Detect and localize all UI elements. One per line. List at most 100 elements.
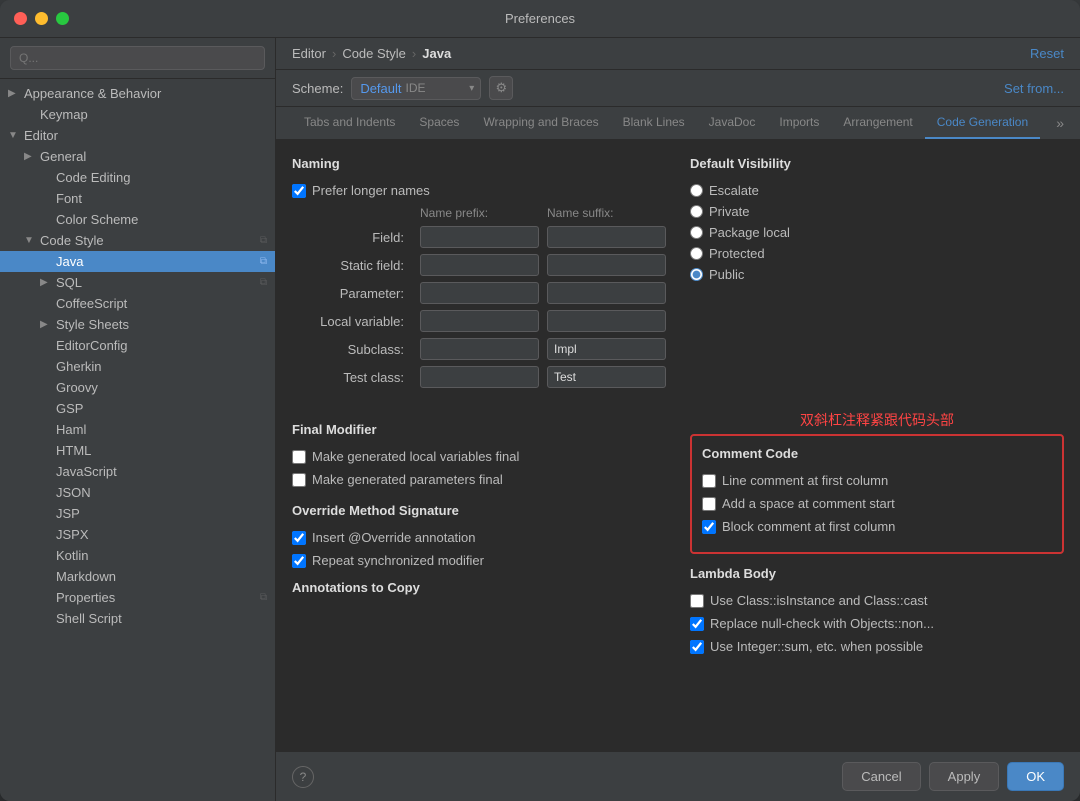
final-param-label[interactable]: Make generated parameters final <box>312 472 503 487</box>
space-comment-label[interactable]: Add a space at comment start <box>722 496 895 511</box>
final-param-checkbox[interactable] <box>292 473 306 487</box>
sidebar-item-keymap[interactable]: Keymap <box>0 104 275 125</box>
sidebar-item-label: Font <box>56 191 82 206</box>
sidebar-item-groovy[interactable]: Groovy <box>0 377 275 398</box>
space-comment-checkbox[interactable] <box>702 497 716 511</box>
override-annotation-checkbox[interactable] <box>292 531 306 545</box>
sidebar-item-shell-script[interactable]: Shell Script <box>0 608 275 629</box>
tab-imports[interactable]: Imports <box>767 107 831 139</box>
sidebar-item-javascript[interactable]: JavaScript <box>0 461 275 482</box>
subclass-prefix-input[interactable] <box>420 338 539 360</box>
lambda-nullcheck-label[interactable]: Replace null-check with Objects::non... <box>710 616 934 631</box>
sidebar-item-label: CoffeeScript <box>56 296 127 311</box>
parameter-suffix-input[interactable] <box>547 282 666 304</box>
tab-code-generation[interactable]: Code Generation <box>925 107 1040 139</box>
lambda-integersum-checkbox[interactable] <box>690 640 704 654</box>
static-field-suffix-input[interactable] <box>547 254 666 276</box>
visibility-package-label[interactable]: Package local <box>709 225 790 240</box>
visibility-protected-radio[interactable] <box>690 247 703 260</box>
visibility-public-label[interactable]: Public <box>709 267 744 282</box>
visibility-escalate-label[interactable]: Escalate <box>709 183 759 198</box>
local-variable-prefix-input[interactable] <box>420 310 539 332</box>
ok-button[interactable]: OK <box>1007 762 1064 791</box>
sidebar-item-java[interactable]: Java ⧉ <box>0 251 275 272</box>
sidebar-item-markdown[interactable]: Markdown <box>0 566 275 587</box>
field-prefix-input[interactable] <box>420 226 539 248</box>
sidebar-item-properties[interactable]: Properties ⧉ <box>0 587 275 608</box>
sidebar-item-gherkin[interactable]: Gherkin <box>0 356 275 377</box>
sidebar-item-style-sheets[interactable]: ▶ Style Sheets <box>0 314 275 335</box>
sidebar-item-gsp[interactable]: GSP <box>0 398 275 419</box>
sidebar-item-sql[interactable]: ▶ SQL ⧉ <box>0 272 275 293</box>
lambda-nullcheck-checkbox[interactable] <box>690 617 704 631</box>
tabs-more-icon[interactable]: » <box>1056 115 1064 131</box>
search-input[interactable] <box>10 46 265 70</box>
final-local-label[interactable]: Make generated local variables final <box>312 449 519 464</box>
reset-button[interactable]: Reset <box>1030 46 1064 61</box>
final-local-checkbox[interactable] <box>292 450 306 464</box>
sidebar-item-code-editing[interactable]: Code Editing <box>0 167 275 188</box>
tab-javadoc[interactable]: JavaDoc <box>697 107 768 139</box>
line-comment-checkbox[interactable] <box>702 474 716 488</box>
sidebar-item-coffeescript[interactable]: CoffeeScript <box>0 293 275 314</box>
local-variable-suffix-input[interactable] <box>547 310 666 332</box>
tab-wrapping-braces[interactable]: Wrapping and Braces <box>471 107 610 139</box>
block-comment-label[interactable]: Block comment at first column <box>722 519 895 534</box>
help-button[interactable]: ? <box>292 766 314 788</box>
tab-tabs-indents[interactable]: Tabs and Indents <box>292 107 407 139</box>
naming-section: Naming Prefer longer names Name prefix: … <box>292 156 666 394</box>
test-class-prefix-input[interactable] <box>420 366 539 388</box>
visibility-public-radio[interactable] <box>690 268 703 281</box>
visibility-private-label[interactable]: Private <box>709 204 749 219</box>
field-suffix-input[interactable] <box>547 226 666 248</box>
minimize-button[interactable] <box>35 12 48 25</box>
visibility-package-radio[interactable] <box>690 226 703 239</box>
sidebar-item-label: Kotlin <box>56 548 89 563</box>
test-class-suffix-input[interactable] <box>547 366 666 388</box>
sidebar-item-appearance[interactable]: ▶ Appearance & Behavior <box>0 83 275 104</box>
visibility-private-radio[interactable] <box>690 205 703 218</box>
sidebar-item-html[interactable]: HTML <box>0 440 275 461</box>
line-comment-label[interactable]: Line comment at first column <box>722 473 888 488</box>
tab-spaces[interactable]: Spaces <box>407 107 471 139</box>
copy-icon: ⧉ <box>260 235 267 246</box>
visibility-escalate-radio[interactable] <box>690 184 703 197</box>
visibility-protected-label[interactable]: Protected <box>709 246 765 261</box>
lambda-isinstance-label[interactable]: Use Class::isInstance and Class::cast <box>710 593 927 608</box>
static-field-prefix-input[interactable] <box>420 254 539 276</box>
gear-button[interactable]: ⚙ <box>489 76 513 100</box>
prefer-longer-names-checkbox[interactable] <box>292 184 306 198</box>
subclass-suffix-input[interactable] <box>547 338 666 360</box>
override-synchronized-checkbox[interactable] <box>292 554 306 568</box>
final-local-row: Make generated local variables final <box>292 449 666 464</box>
lambda-integersum-label[interactable]: Use Integer::sum, etc. when possible <box>710 639 923 654</box>
local-variable-input-row: Local variable: <box>292 310 666 332</box>
sidebar-item-jsp[interactable]: JSP <box>0 503 275 524</box>
sidebar-item-jspx[interactable]: JSPX <box>0 524 275 545</box>
override-annotation-label[interactable]: Insert @Override annotation <box>312 530 476 545</box>
set-from-button[interactable]: Set from... <box>1004 81 1064 96</box>
sidebar-item-color-scheme[interactable]: Color Scheme <box>0 209 275 230</box>
lambda-isinstance-checkbox[interactable] <box>690 594 704 608</box>
scheme-dropdown[interactable]: Default IDE ▾ <box>351 77 481 100</box>
tab-arrangement[interactable]: Arrangement <box>831 107 924 139</box>
override-synchronized-label[interactable]: Repeat synchronized modifier <box>312 553 484 568</box>
sidebar-item-editorconfig[interactable]: EditorConfig <box>0 335 275 356</box>
sidebar-item-json[interactable]: JSON <box>0 482 275 503</box>
prefer-longer-names-label[interactable]: Prefer longer names <box>312 183 430 198</box>
apply-button[interactable]: Apply <box>929 762 1000 791</box>
sidebar-item-kotlin[interactable]: Kotlin <box>0 545 275 566</box>
close-button[interactable] <box>14 12 27 25</box>
block-comment-checkbox[interactable] <box>702 520 716 534</box>
sidebar-item-general[interactable]: ▶ General <box>0 146 275 167</box>
sidebar-item-haml[interactable]: Haml <box>0 419 275 440</box>
sidebar-item-code-style[interactable]: ▼ Code Style ⧉ <box>0 230 275 251</box>
sidebar-item-editor[interactable]: ▼ Editor <box>0 125 275 146</box>
parameter-prefix-input[interactable] <box>420 282 539 304</box>
arrow-icon: ▶ <box>8 88 24 99</box>
maximize-button[interactable] <box>56 12 69 25</box>
cancel-button[interactable]: Cancel <box>842 762 920 791</box>
sidebar-item-label: JavaScript <box>56 464 117 479</box>
tab-blank-lines[interactable]: Blank Lines <box>611 107 697 139</box>
sidebar-item-font[interactable]: Font <box>0 188 275 209</box>
